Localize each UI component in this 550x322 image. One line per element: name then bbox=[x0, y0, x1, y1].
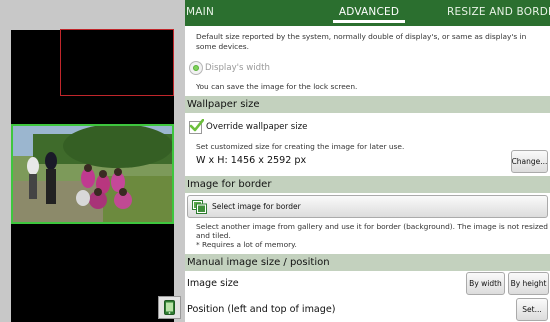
checkmark-icon bbox=[189, 119, 204, 132]
settings-content: Default size reported by the system, nor… bbox=[185, 26, 550, 322]
wallpaper-preview-panel bbox=[0, 0, 185, 322]
tab-resize-and-border[interactable]: RESIZE AND BORDER bbox=[447, 0, 550, 26]
preview-top-strip bbox=[0, 0, 185, 30]
border-hint-line1: Select another image from gallery and us… bbox=[196, 222, 550, 231]
phone-wallpaper-icon bbox=[164, 300, 175, 315]
tab-bar: MAIN ADVANCED RESIZE AND BORDER bbox=[185, 0, 550, 26]
preview-photo bbox=[13, 126, 172, 222]
image-gallery-icon bbox=[192, 199, 207, 214]
override-wallpaper-label[interactable]: Override wallpaper size bbox=[206, 122, 307, 132]
by-height-button[interactable]: By height bbox=[508, 272, 549, 295]
section-header-manual-size: Manual image size / position bbox=[185, 254, 550, 271]
border-hint-line3: * Requires a lot of memory. bbox=[196, 240, 297, 249]
select-border-image-button[interactable]: Select image for border bbox=[187, 195, 548, 218]
change-size-button[interactable]: Change... bbox=[511, 150, 548, 173]
preview-image-frame[interactable] bbox=[11, 124, 174, 224]
image-size-label: Image size bbox=[187, 278, 239, 289]
active-tab-indicator bbox=[333, 20, 405, 23]
position-label: Position (left and top of image) bbox=[187, 304, 336, 315]
display-width-label: Display's width bbox=[205, 63, 270, 73]
lock-screen-description: Default size reported by the system, nor… bbox=[196, 32, 527, 51]
wallpaper-size-value: W x H: 1456 x 2592 px bbox=[196, 155, 307, 166]
override-wallpaper-checkbox[interactable] bbox=[189, 119, 204, 134]
display-width-radio[interactable] bbox=[189, 61, 203, 75]
wallpaper-size-hint: Set customized size for creating the ima… bbox=[196, 142, 405, 151]
lock-screen-hint: You can save the image for the lock scre… bbox=[196, 82, 358, 91]
lock-screen-area-outline bbox=[60, 29, 174, 96]
tab-main[interactable]: MAIN bbox=[185, 0, 225, 26]
wallpaper-set-button[interactable] bbox=[158, 296, 181, 319]
by-width-button[interactable]: By width bbox=[466, 272, 505, 295]
section-header-wallpaper-size: Wallpaper size bbox=[185, 96, 550, 113]
select-border-image-label: Select image for border bbox=[212, 202, 301, 211]
section-header-image-for-border: Image for border bbox=[185, 176, 550, 193]
radio-selected-dot bbox=[193, 65, 199, 71]
set-position-button[interactable]: Set... bbox=[516, 298, 548, 321]
